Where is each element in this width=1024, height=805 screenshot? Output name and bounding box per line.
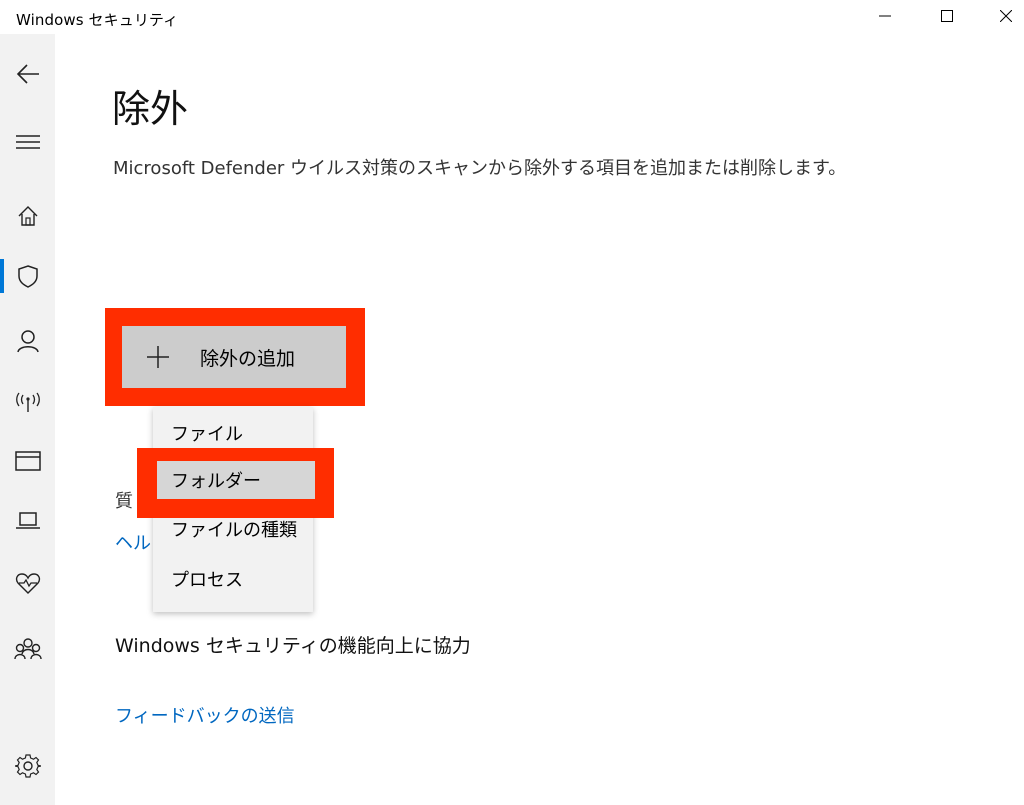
add-exclusion-label: 除外の追加	[200, 347, 296, 370]
sidebar	[0, 34, 55, 805]
heart-pulse-icon	[15, 573, 40, 594]
title-bar: Windows セキュリティ	[0, 0, 1024, 34]
add-exclusion-button[interactable]: 除外の追加	[122, 326, 346, 388]
page-description: Microsoft Defender ウイルス対策のスキャンから除外する項目を追…	[113, 158, 847, 179]
nav-device-health[interactable]	[0, 559, 55, 607]
back-arrow-icon	[16, 64, 39, 84]
menu-toggle-button[interactable]	[0, 118, 55, 166]
nav-app-browser[interactable]	[0, 437, 55, 485]
family-icon	[13, 638, 42, 660]
menu-item-process[interactable]: プロセス	[153, 557, 313, 601]
window-title: Windows セキュリティ	[16, 11, 179, 29]
close-button[interactable]	[983, 0, 1024, 32]
maximize-icon	[941, 10, 953, 22]
laptop-icon	[15, 512, 40, 529]
nav-account[interactable]	[0, 317, 55, 365]
maximize-button[interactable]	[924, 0, 970, 32]
home-icon	[18, 206, 37, 226]
close-icon	[1000, 10, 1012, 22]
help-link-partial[interactable]: ヘル	[115, 529, 151, 555]
back-button[interactable]	[0, 50, 55, 98]
minimize-button[interactable]	[862, 0, 908, 32]
app-browser-icon	[14, 451, 41, 471]
gear-icon	[14, 754, 41, 778]
minimize-icon	[879, 15, 891, 17]
nav-device-security[interactable]	[0, 497, 55, 545]
menu-item-folder[interactable]: フォルダー	[157, 461, 315, 499]
hamburger-menu-icon	[15, 135, 40, 149]
send-feedback-link[interactable]: フィードバックの送信	[115, 702, 295, 728]
nav-virus-protection[interactable]	[0, 252, 55, 300]
nav-home[interactable]	[0, 192, 55, 240]
feedback-heading: Windows セキュリティの機能向上に協力	[115, 635, 471, 657]
shield-icon	[17, 265, 38, 288]
person-icon	[16, 330, 39, 353]
page-title: 除外	[112, 87, 189, 131]
section-heading-partial: 質	[115, 491, 133, 512]
plus-icon	[147, 346, 169, 368]
wireless-antenna-icon	[15, 392, 40, 412]
nav-firewall[interactable]	[0, 378, 55, 426]
nav-settings[interactable]	[0, 742, 55, 790]
nav-family-options[interactable]	[0, 625, 55, 673]
